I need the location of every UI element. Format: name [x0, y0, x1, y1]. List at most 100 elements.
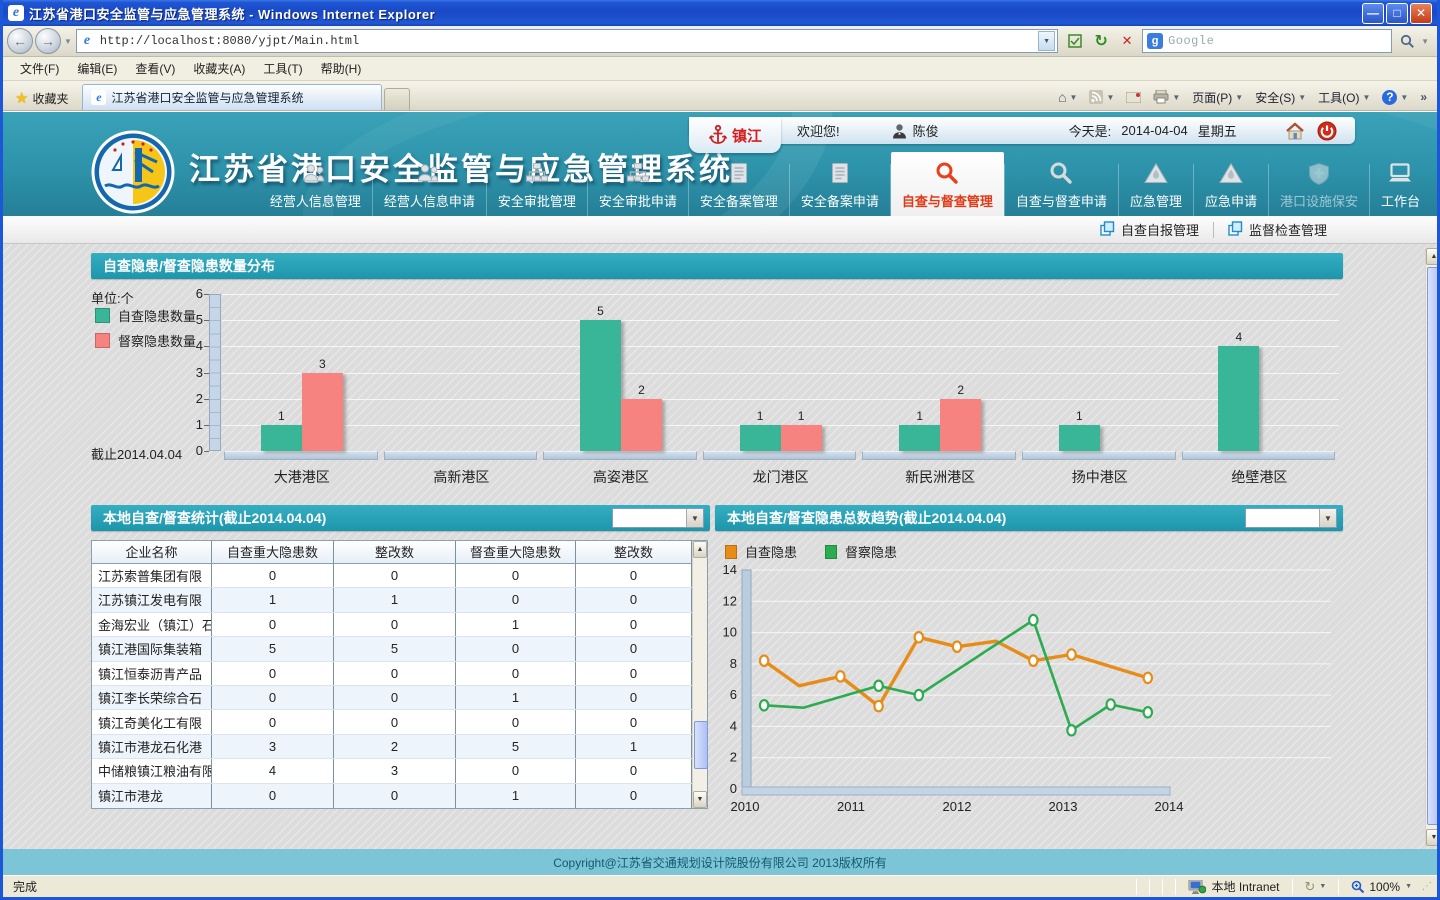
nav-item-11[interactable]: 工作台 — [1370, 154, 1431, 216]
refresh-button[interactable]: ↻ — [1089, 29, 1113, 53]
bar-self-0[interactable] — [261, 425, 302, 451]
bar-self-6[interactable] — [1218, 346, 1259, 451]
feeds-button[interactable]: ▼ — [1083, 90, 1120, 104]
maximize-button[interactable]: □ — [1386, 3, 1408, 24]
trend-marker[interactable] — [953, 642, 961, 652]
tools-menu[interactable]: 工具(O)▼ — [1312, 89, 1376, 106]
bar-super-3[interactable] — [781, 425, 822, 451]
nav-item-3[interactable]: 安全审批申请 — [588, 154, 688, 216]
search-dropdown-icon[interactable]: ▼ — [1421, 37, 1429, 46]
table-scroll-thumb[interactable] — [694, 721, 708, 769]
menu-item-2[interactable]: 查看(V) — [126, 58, 184, 79]
table-row-4[interactable]: 镇江恒泰沥青产品0000 — [92, 662, 692, 686]
table-row-7[interactable]: 镇江市港龙石化港3251 — [92, 735, 692, 759]
url-text[interactable]: http://localhost:8080/yjpt/Main.html — [100, 34, 1038, 48]
page-menu[interactable]: 页面(P)▼ — [1186, 89, 1249, 106]
nav-item-10[interactable]: 港口设施保安 — [1269, 154, 1369, 216]
scroll-up-icon[interactable]: ▲ — [693, 541, 707, 558]
bar-self-4[interactable] — [899, 425, 940, 451]
trend-marker[interactable] — [1029, 656, 1037, 666]
user-name[interactable]: 陈俊 — [913, 121, 939, 140]
scroll-down-icon[interactable]: ▼ — [693, 791, 707, 808]
table-row-1[interactable]: 江苏镇江发电有限1100 — [92, 588, 692, 612]
close-button[interactable]: ✕ — [1410, 3, 1432, 24]
docs-icon — [1228, 221, 1249, 239]
trend-marker[interactable] — [1067, 725, 1075, 735]
content-scrollbar[interactable]: ▲ ▼ — [1425, 248, 1437, 846]
safety-menu[interactable]: 安全(S)▼ — [1249, 89, 1312, 106]
trend-marker[interactable] — [760, 700, 768, 710]
nav-item-7[interactable]: 自查与督查申请 — [1005, 154, 1118, 216]
nav-item-9[interactable]: 应急申请 — [1194, 154, 1268, 216]
bar-self-2[interactable] — [580, 320, 621, 451]
search-button[interactable] — [1395, 29, 1419, 53]
subnav-item-0[interactable]: 自查自报管理 — [1086, 220, 1213, 239]
nav-item-4[interactable]: 安全备案管理 — [689, 154, 789, 216]
new-tab-button[interactable] — [384, 88, 410, 110]
trend-marker[interactable] — [1144, 673, 1152, 683]
nav-item-1[interactable]: 经营人信息申请 — [373, 154, 486, 216]
bar-super-4[interactable] — [940, 399, 981, 451]
trend-marker[interactable] — [1144, 707, 1152, 717]
table-scrollbar[interactable]: ▲ ▼ — [692, 541, 707, 808]
home-button[interactable]: ⌂▼ — [1052, 89, 1083, 105]
menu-item-3[interactable]: 收藏夹(A) — [184, 58, 254, 79]
logout-button[interactable] — [1317, 121, 1337, 141]
trend-marker[interactable] — [836, 671, 844, 681]
address-input[interactable]: e http://localhost:8080/yjpt/Main.html ▼ — [76, 29, 1058, 53]
resize-grip[interactable]: ⋰ — [1422, 881, 1433, 892]
search-input[interactable]: g Google — [1142, 29, 1392, 53]
favorites-button[interactable]: ★ 收藏夹 — [7, 86, 76, 110]
trend-marker[interactable] — [874, 681, 882, 691]
content-scroll-thumb[interactable] — [1427, 267, 1437, 825]
trend-marker[interactable] — [1107, 699, 1115, 709]
active-tab[interactable]: e 江苏省港口安全监管与应急管理系统 — [82, 84, 382, 110]
trend-marker[interactable] — [874, 701, 882, 711]
nav-item-2[interactable]: 安全审批管理 — [487, 154, 587, 216]
trend-marker[interactable] — [760, 656, 768, 666]
bar-self-5[interactable] — [1059, 425, 1100, 451]
menu-item-4[interactable]: 工具(T) — [254, 58, 311, 79]
nav-item-5[interactable]: 安全备案申请 — [790, 154, 890, 216]
print-button[interactable]: ▼ — [1147, 90, 1186, 104]
stop-button[interactable]: ✕ — [1115, 29, 1139, 53]
trend-marker[interactable] — [1067, 649, 1075, 659]
trend-marker[interactable] — [915, 632, 923, 642]
zoom-control[interactable]: 100% ▼ — [1345, 880, 1418, 894]
history-dropdown-icon[interactable]: ▼ — [64, 37, 72, 46]
table-row-8[interactable]: 中储粮镇江粮油有限4300 — [92, 759, 692, 783]
trend-filter-select[interactable]: ▼ — [1245, 508, 1337, 528]
back-button[interactable]: ← — [7, 28, 33, 54]
home-shortcut[interactable] — [1285, 122, 1305, 140]
svg-text:2010: 2010 — [731, 799, 760, 814]
table-row-5[interactable]: 镇江李长荣综合石0010 — [92, 686, 692, 710]
table-row-9[interactable]: 镇江市港龙0010 — [92, 784, 692, 808]
menu-item-1[interactable]: 编辑(E) — [68, 58, 126, 79]
address-dropdown-icon[interactable]: ▼ — [1038, 31, 1055, 51]
bar-self-3[interactable] — [740, 425, 781, 451]
mail-button[interactable] — [1120, 92, 1147, 103]
content-scroll-up-icon[interactable]: ▲ — [1426, 248, 1437, 265]
trend-marker[interactable] — [915, 690, 923, 700]
forward-button[interactable]: → — [35, 28, 61, 54]
menu-item-5[interactable]: 帮助(H) — [312, 58, 371, 79]
help-menu[interactable]: ?▼ — [1376, 90, 1414, 105]
more-commands[interactable]: » — [1414, 90, 1433, 104]
compatibility-button[interactable] — [1063, 29, 1087, 53]
nav-item-6[interactable]: 自查与督查管理 — [891, 152, 1004, 216]
table-row-6[interactable]: 镇江奇美化工有限0000 — [92, 710, 692, 734]
bar-super-2[interactable] — [621, 399, 662, 451]
table-row-0[interactable]: 江苏索普集团有限0000 — [92, 564, 692, 588]
content-scroll-down-icon[interactable]: ▼ — [1426, 829, 1437, 846]
menu-item-0[interactable]: 文件(F) — [11, 58, 68, 79]
minimize-button[interactable]: — — [1362, 3, 1384, 24]
table-filter-select[interactable]: ▼ — [612, 508, 704, 528]
bar-super-0[interactable] — [302, 373, 343, 452]
protected-mode-button[interactable]: ↻ ▼ — [1299, 879, 1333, 895]
nav-item-0[interactable]: 经营人信息管理 — [259, 154, 372, 216]
table-row-3[interactable]: 镇江港国际集装箱5500 — [92, 637, 692, 661]
trend-marker[interactable] — [1029, 615, 1037, 625]
table-row-2[interactable]: 金海宏业（镇江）石0010 — [92, 613, 692, 637]
subnav-item-1[interactable]: 监督检查管理 — [1214, 220, 1341, 239]
nav-item-8[interactable]: 应急管理 — [1119, 154, 1193, 216]
